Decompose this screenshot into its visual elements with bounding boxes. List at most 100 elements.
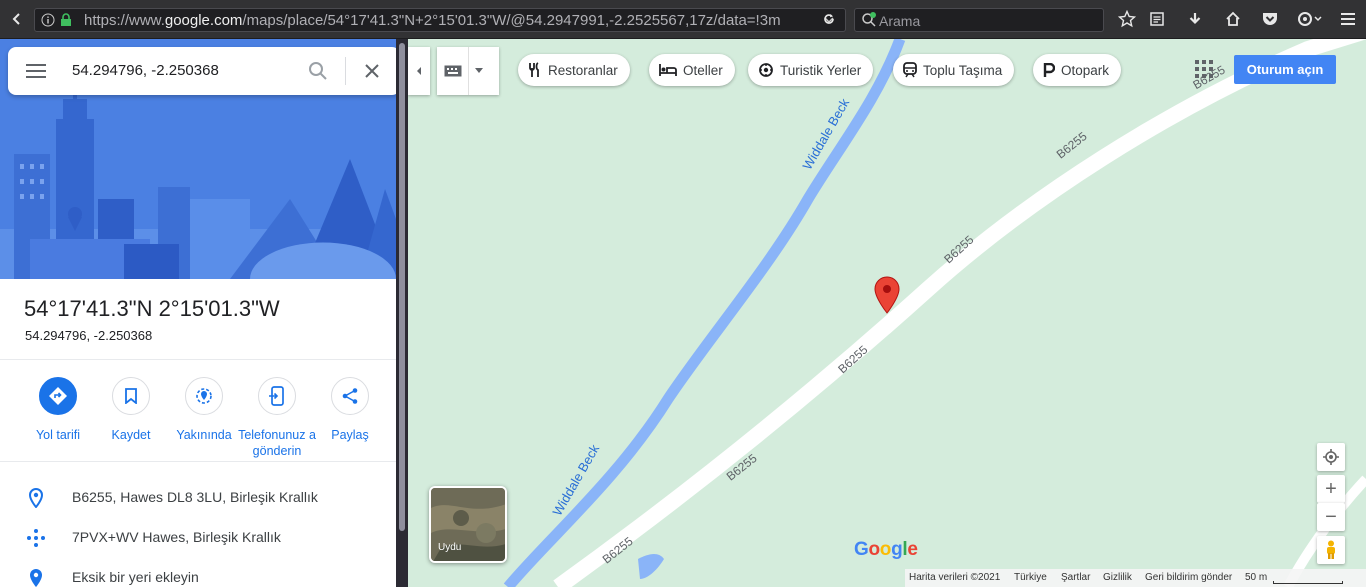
parking-icon — [1043, 63, 1055, 77]
download-icon — [1189, 13, 1201, 25]
place-panel: 54°17'41.3"N 2°15'01.3"W 54.294796, -2.2… — [0, 39, 396, 587]
country-link[interactable]: Türkiye — [1014, 572, 1047, 583]
menu-icon — [1341, 13, 1355, 25]
chip-hotels[interactable]: Oteller — [649, 54, 735, 86]
downloads-button[interactable] — [1184, 8, 1206, 30]
camera-icon — [759, 63, 773, 77]
maps-search-box[interactable] — [8, 47, 396, 95]
privacy-link[interactable]: Gizlilik — [1103, 572, 1132, 583]
place-title: 54°17'41.3"N 2°15'01.3"W — [24, 296, 280, 321]
bed-icon — [659, 64, 677, 76]
reload-button[interactable] — [818, 8, 840, 30]
hamburger-menu-button[interactable] — [1337, 8, 1359, 30]
sign-in-button[interactable]: Oturum açın — [1234, 55, 1336, 84]
scrollbar-thumb[interactable] — [399, 43, 405, 531]
save-button[interactable]: Kaydet — [91, 377, 171, 443]
divider — [0, 359, 396, 360]
directions-icon[interactable] — [39, 377, 77, 415]
phone-icon[interactable] — [258, 377, 296, 415]
address-row[interactable]: B6255, Hawes DL8 3LU, Birleşik Krallık — [0, 478, 396, 518]
extension-icon — [1298, 12, 1322, 26]
zoom-out-button[interactable]: − — [1317, 503, 1345, 531]
chip-label: Restoranlar — [548, 62, 618, 78]
browser-search-placeholder: Arama — [879, 13, 921, 29]
zoom-in-button[interactable]: + — [1317, 475, 1345, 503]
search-icon[interactable] — [308, 61, 328, 81]
back-arrow-icon — [12, 13, 20, 25]
nearby-icon[interactable] — [185, 377, 223, 415]
map-canvas[interactable]: B6255 B6255 B6255 B6255 B6255 B6255 Widd… — [408, 39, 1366, 587]
chevron-left-icon[interactable] — [415, 66, 423, 76]
close-icon[interactable] — [365, 64, 379, 78]
search-icon — [862, 12, 876, 27]
my-location-button[interactable] — [1317, 443, 1345, 471]
pocket-button[interactable] — [1259, 8, 1281, 30]
url-text[interactable]: https://www.google.com/maps/place/54°17'… — [84, 12, 812, 29]
search-divider — [345, 57, 346, 85]
directions-button[interactable]: Yol tarifi — [18, 377, 98, 443]
divider — [0, 461, 396, 462]
plus-code-row[interactable]: 7PVX+WV Hawes, Birleşik Krallık — [0, 518, 396, 558]
chip-label: Otopark — [1061, 62, 1110, 78]
send-to-phone-button[interactable]: Telefonunuz a gönderin — [237, 377, 317, 459]
browser-toolbar: https://www.google.com/maps/place/54°17'… — [0, 0, 1366, 39]
fork-knife-icon — [529, 62, 539, 77]
plus-code-text: 7PVX+WV Hawes, Birleşik Krallık — [72, 529, 281, 545]
reader-icon — [1150, 12, 1164, 26]
back-button[interactable] — [6, 8, 28, 30]
plus-code-icon — [27, 529, 45, 547]
collapse-panel-button[interactable] — [408, 47, 430, 95]
chip-label: Oteller — [683, 62, 723, 78]
apps-grid-icon[interactable] — [1195, 60, 1213, 78]
my-location-icon — [1323, 449, 1339, 465]
place-coordinates: 54.294796, -2.250368 — [25, 328, 153, 343]
home-button[interactable] — [1222, 8, 1244, 30]
chip-attractions[interactable]: Turistik Yerler — [748, 54, 874, 86]
location-marker-icon[interactable] — [873, 276, 901, 314]
maps-search-input[interactable] — [72, 62, 292, 79]
nearby-button[interactable]: Yakınında — [164, 377, 244, 443]
road-b6255 — [553, 39, 1366, 587]
map-footer: Harita verileri ©2021 Türkiye Şartlar Gi… — [905, 569, 1366, 587]
pegman-icon — [1327, 540, 1335, 559]
add-place-row[interactable]: Eksik bir yeri ekleyin — [0, 558, 396, 587]
location-pin-icon — [28, 488, 44, 508]
info-icon[interactable] — [41, 13, 55, 27]
url-bar[interactable]: https://www.google.com/maps/place/54°17'… — [34, 8, 846, 32]
share-label: Paylaş — [331, 428, 369, 442]
browser-search-bar[interactable]: Arama — [854, 8, 1104, 32]
send-to-phone-label: Telefonunuz a gönderin — [238, 428, 316, 458]
river-pond — [638, 554, 664, 579]
chip-transit[interactable]: Toplu Taşıma — [893, 54, 1015, 86]
home-icon — [1226, 11, 1240, 26]
hamburger-menu-icon[interactable] — [26, 64, 46, 78]
reader-view-button[interactable] — [1146, 8, 1168, 30]
bookmark-icon[interactable] — [112, 377, 150, 415]
chip-label: Toplu Taşıma — [923, 62, 1003, 78]
add-location-icon — [30, 569, 42, 587]
nearby-label: Yakınında — [176, 428, 232, 442]
pocket-icon — [1263, 13, 1277, 25]
share-button[interactable]: Paylaş — [310, 377, 390, 443]
save-label: Kaydet — [111, 428, 151, 442]
satellite-layer-toggle[interactable]: Uydu — [429, 486, 507, 563]
share-icon[interactable] — [331, 377, 369, 415]
chip-parking[interactable]: Otopark — [1033, 54, 1122, 86]
chevron-down-icon[interactable] — [475, 68, 483, 74]
train-icon — [903, 62, 917, 78]
keyboard-button[interactable] — [437, 47, 499, 95]
reload-icon — [824, 14, 834, 24]
add-place-text: Eksik bir yeri ekleyin — [72, 569, 199, 585]
keyboard-icon[interactable] — [444, 65, 462, 77]
chip-label: Turistik Yerler — [780, 62, 862, 78]
terms-link[interactable]: Şartlar — [1061, 572, 1090, 583]
chip-restaurants[interactable]: Restoranlar — [518, 54, 630, 86]
scale-label[interactable]: 50 m — [1245, 572, 1267, 583]
bookmark-star-button[interactable] — [1116, 8, 1138, 30]
lock-icon — [61, 13, 71, 26]
street-view-pegman-button[interactable] — [1317, 536, 1345, 564]
directions-label: Yol tarifi — [35, 428, 80, 442]
extension-menu-button[interactable] — [1295, 8, 1325, 30]
feedback-link[interactable]: Geri bildirim gönder — [1145, 572, 1232, 583]
panel-scrollbar[interactable] — [396, 39, 408, 587]
